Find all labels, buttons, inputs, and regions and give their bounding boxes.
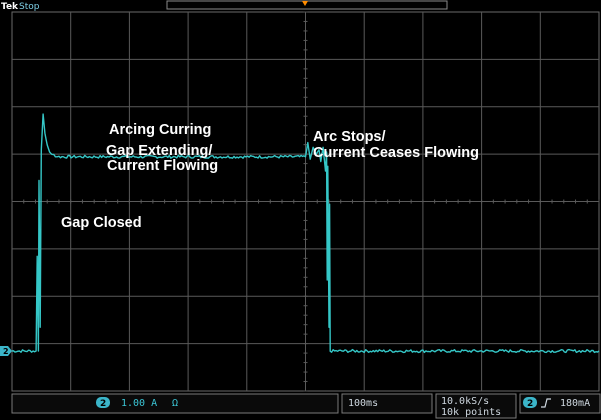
run-state-label: Stop <box>19 2 40 12</box>
timebase-value: 100ms <box>348 398 378 409</box>
status-bar: 2 1.00 A Ω 100ms 10.0kS/s 10k points 2 1… <box>11 393 601 419</box>
channel-2-ground-label: 2 <box>3 347 9 356</box>
record-length: 10k points <box>441 407 501 418</box>
oscilloscope-display: Tek Stop 2 Arcing Curring Gap Extending/… <box>0 0 601 420</box>
annotation-gap-extending: Gap Extending/ <box>106 143 212 159</box>
annotation-current-flowing: Current Flowing <box>107 158 218 174</box>
oscilloscope-screen: Tek Stop 2 Arcing Curring Gap Extending/… <box>0 0 601 419</box>
channel-2-badge-label: 2 <box>100 399 106 409</box>
annotation-current-ceases: Current Ceases Flowing <box>313 145 479 161</box>
brand-label: Tek <box>1 2 19 12</box>
annotation-gap-closed: Gap Closed <box>61 215 142 231</box>
channel-scale: 1.00 A <box>121 398 157 409</box>
sample-rate: 10.0kS/s <box>441 396 489 407</box>
ohm-symbol: Ω <box>172 398 178 409</box>
annotation-arc-stops: Arc Stops/ <box>313 129 386 145</box>
trigger-channel-label: 2 <box>527 399 533 409</box>
top-bar: Tek Stop <box>0 0 601 12</box>
channel-2-ground-marker[interactable]: 2 <box>0 346 12 356</box>
trigger-level: 180mA <box>560 398 590 409</box>
annotation-arcing: Arcing Curring <box>109 122 211 138</box>
